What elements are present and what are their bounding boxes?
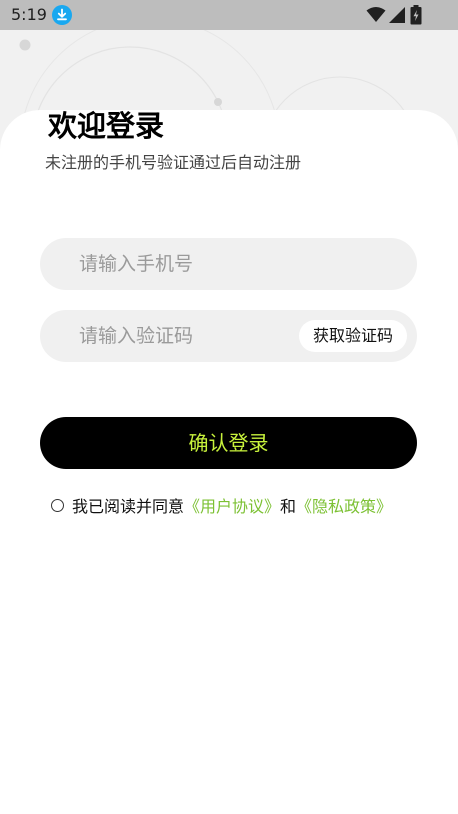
signal-icon <box>389 7 405 23</box>
agreement-row: 我已阅读并同意《用户协议》和《隐私政策》 <box>51 496 392 518</box>
phone-field <box>40 238 417 290</box>
user-agreement-link[interactable]: 《用户协议》 <box>184 497 280 516</box>
agreement-joiner: 和 <box>280 497 297 516</box>
wifi-icon <box>366 7 386 22</box>
page-subtitle: 未注册的手机号验证通过后自动注册 <box>45 153 302 172</box>
download-icon <box>52 5 72 25</box>
page-title: 欢迎登录 <box>48 109 165 143</box>
confirm-login-button[interactable]: 确认登录 <box>40 417 417 469</box>
battery-charging-icon <box>410 5 422 25</box>
verification-code-input[interactable] <box>79 310 289 362</box>
get-code-button[interactable]: 获取验证码 <box>298 320 407 352</box>
status-time: 5:19 <box>11 5 47 24</box>
privacy-policy-link[interactable]: 《隐私政策》 <box>296 497 392 516</box>
status-bar: 5:19 <box>0 0 458 30</box>
phone-input[interactable] <box>79 238 399 290</box>
code-field: 获取验证码 <box>40 310 417 362</box>
agreement-prefix: 我已阅读并同意 <box>72 497 185 516</box>
radio-unchecked-icon[interactable] <box>51 499 64 512</box>
